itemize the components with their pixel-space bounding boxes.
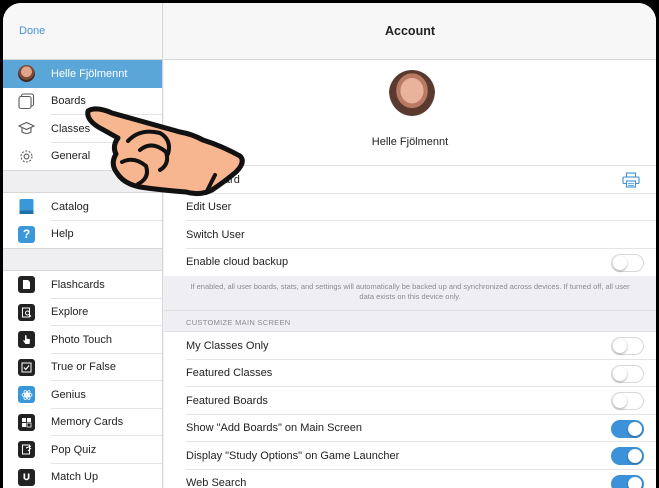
sidebar-spacer: [3, 171, 162, 193]
sidebar-header: Done: [3, 3, 162, 60]
sidebar-item-label: Classes: [51, 122, 91, 135]
app-window: Done Helle Fjölmennt Boards Classes Gene…: [3, 3, 656, 488]
sidebar-item-label: Match Up: [51, 471, 99, 484]
sidebar-item-photo-touch[interactable]: Photo Touch: [3, 326, 162, 354]
classes-icon: [18, 120, 35, 137]
sidebar-item-label: Pop Quiz: [51, 443, 97, 456]
done-button[interactable]: Done: [19, 25, 45, 37]
photo-touch-icon: [18, 331, 35, 348]
gear-icon: [18, 148, 35, 165]
sidebar-item-flashcards[interactable]: Flashcards: [3, 271, 162, 299]
show-add-boards-row: Show "Add Boards" on Main Screen: [164, 414, 656, 442]
web-search-row: Web Search: [164, 469, 656, 488]
sidebar-item-pop-quiz[interactable]: Pop Quiz: [3, 436, 162, 464]
login-card-row[interactable]: Login Card: [164, 166, 656, 194]
sidebar-item-genius[interactable]: Genius: [3, 381, 162, 409]
sidebar-item-label: True or False: [51, 361, 117, 374]
catalog-icon: [18, 198, 35, 215]
profile-name: Helle Fjölmennt: [371, 136, 449, 148]
sidebar-item-label: Helle Fjölmennt: [51, 67, 128, 80]
explore-icon: [18, 303, 35, 321]
avatar: [18, 65, 35, 82]
sidebar: Done Helle Fjölmennt Boards Classes Gene…: [3, 3, 163, 488]
customize-main-screen: My Classes Only Featured Classes Feature…: [164, 332, 656, 488]
row-label: Featured Boards: [186, 394, 268, 407]
profile-section: Helle Fjölmennt: [164, 60, 656, 166]
edit-user-row[interactable]: Edit User: [164, 193, 656, 221]
sidebar-item-user[interactable]: Helle Fjölmennt: [3, 60, 162, 88]
sidebar-item-label: Help: [51, 228, 74, 241]
my-classes-only-row: My Classes Only: [164, 332, 656, 360]
sidebar-item-memory-cards[interactable]: Memory Cards: [3, 408, 162, 436]
featured-classes-toggle[interactable]: [611, 364, 644, 383]
row-label: Featured Classes: [186, 367, 273, 380]
boards-icon: [18, 92, 35, 110]
cloud-backup-toggle[interactable]: [611, 253, 644, 272]
sidebar-item-general[interactable]: General: [3, 142, 162, 170]
switch-user-row[interactable]: Switch User: [164, 221, 656, 249]
genius-icon: [18, 386, 35, 403]
true-false-icon: [18, 358, 35, 376]
study-options-row: Display "Study Options" on Game Launcher: [164, 442, 656, 470]
cloud-backup-note: If enabled, all user boards, stats, and …: [164, 276, 656, 311]
sidebar-item-explore[interactable]: Explore: [3, 298, 162, 326]
pop-quiz-icon: [18, 441, 35, 458]
account-actions: Login Card Edit User Switch User Enable …: [164, 166, 656, 276]
sidebar-group-games: Flashcards Explore Photo Touch True or F…: [3, 271, 162, 488]
page-title: Account: [385, 24, 435, 38]
my-classes-only-toggle[interactable]: [611, 337, 644, 355]
row-label: Web Search: [186, 477, 247, 488]
row-label: Enable cloud backup: [186, 256, 289, 269]
row-label: Login Card: [186, 173, 240, 186]
sidebar-group-user: Helle Fjölmennt Boards Classes General: [3, 60, 162, 171]
sidebar-item-label: Flashcards: [51, 278, 105, 291]
help-icon: ?: [18, 225, 35, 243]
row-label: Switch User: [186, 228, 245, 241]
sidebar-item-label: Memory Cards: [51, 416, 124, 429]
flashcards-icon: [18, 276, 35, 293]
cloud-backup-row: Enable cloud backup: [164, 248, 656, 276]
sidebar-item-boards[interactable]: Boards: [3, 87, 162, 115]
sidebar-item-true-or-false[interactable]: True or False: [3, 353, 162, 381]
featured-boards-row: Featured Boards: [164, 387, 656, 415]
sidebar-item-help[interactable]: ? Help: [3, 220, 162, 248]
sidebar-item-classes[interactable]: Classes: [3, 115, 162, 143]
printer-icon[interactable]: [622, 172, 640, 191]
web-search-toggle[interactable]: [611, 474, 644, 488]
sidebar-spacer: [3, 249, 162, 271]
featured-classes-row: Featured Classes: [164, 359, 656, 387]
sidebar-item-label: Boards: [51, 95, 86, 108]
main-pane: Account Helle Fjölmennt Login Card Edit …: [164, 3, 656, 488]
row-label: Display "Study Options" on Game Launcher: [186, 449, 400, 462]
show-add-boards-toggle[interactable]: [611, 419, 644, 438]
sidebar-item-match-up[interactable]: Match Up: [3, 463, 162, 488]
sidebar-item-label: General: [51, 150, 91, 163]
sidebar-group-info: Catalog ? Help: [3, 193, 162, 249]
sidebar-item-label: Photo Touch: [51, 333, 112, 346]
match-up-icon: [18, 468, 35, 486]
row-label: Edit User: [186, 201, 232, 214]
sidebar-item-label: Explore: [51, 306, 89, 319]
main-header: Account: [164, 3, 656, 60]
row-label: Show "Add Boards" on Main Screen: [186, 422, 362, 435]
sidebar-item-label: Catalog: [51, 200, 89, 213]
sidebar-item-catalog[interactable]: Catalog: [3, 193, 162, 221]
memory-cards-icon: [18, 413, 35, 431]
featured-boards-toggle[interactable]: [611, 392, 644, 410]
row-label: My Classes Only: [186, 339, 269, 352]
section-header: CUSTOMIZE MAIN SCREEN: [164, 311, 656, 332]
study-options-toggle[interactable]: [611, 447, 644, 465]
avatar[interactable]: [389, 70, 435, 116]
sidebar-item-label: Genius: [51, 388, 86, 401]
